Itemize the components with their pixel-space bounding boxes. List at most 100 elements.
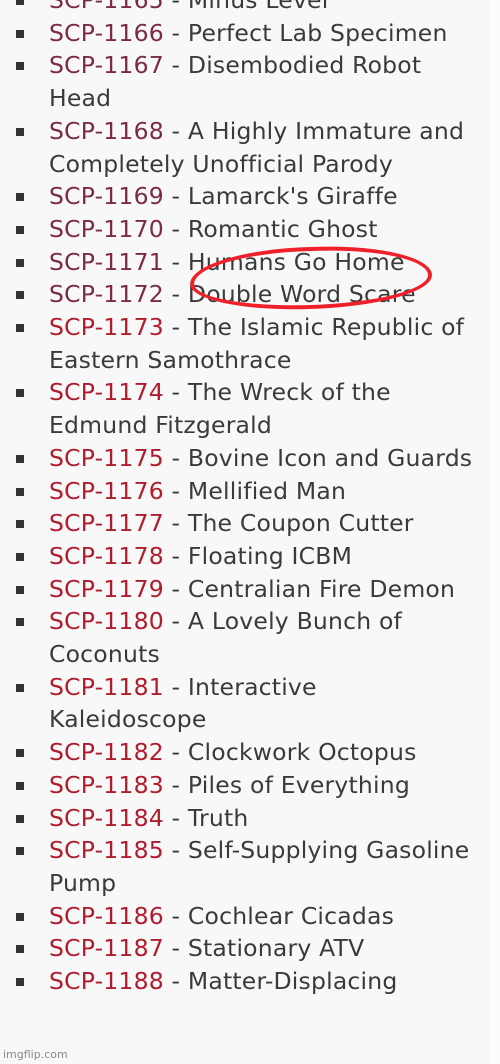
bullet-icon: [16, 62, 24, 71]
bullet-icon: [16, 324, 24, 333]
scp-link[interactable]: SCP-1181: [49, 673, 164, 701]
separator: -: [163, 116, 188, 145]
separator: -: [163, 967, 188, 996]
bullet-icon: [16, 225, 24, 234]
separator: -: [163, 672, 188, 701]
list-item: SCP-1182 - Clockwork Octopus: [16, 736, 479, 769]
scp-link[interactable]: SCP-1186: [49, 902, 164, 930]
list-item: SCP-1166 - Perfect Lab Specimen: [16, 17, 479, 50]
bullet-icon: [16, 127, 24, 136]
scp-title: Minus Level: [187, 0, 329, 14]
list-item: SCP-1176 - Mellified Man: [16, 475, 479, 508]
separator: -: [163, 901, 188, 930]
scp-link[interactable]: SCP-1166: [49, 19, 164, 47]
list-item: SCP-1173 - The Islamic Republic of Easte…: [16, 311, 479, 376]
bullet-icon: [16, 781, 24, 790]
separator: -: [163, 770, 188, 799]
scp-link[interactable]: SCP-1184: [49, 804, 164, 832]
separator: -: [163, 803, 188, 832]
bullet-icon: [16, 618, 24, 627]
list-item: SCP-1178 - Floating ICBM: [16, 540, 479, 573]
bullet-icon: [16, 454, 24, 463]
separator: -: [163, 51, 188, 80]
list-item: SCP-1188 - Matter-Displacing: [16, 965, 479, 998]
scp-link[interactable]: SCP-1182: [49, 738, 164, 766]
scp-link[interactable]: SCP-1175: [49, 444, 164, 472]
bullet-icon: [16, 814, 24, 823]
scp-link[interactable]: SCP-1178: [49, 542, 164, 570]
scp-title: Matter-Displacing: [187, 967, 398, 996]
separator: -: [163, 738, 188, 767]
separator: -: [163, 0, 188, 14]
list-item: SCP-1179 - Centralian Fire Demon: [16, 573, 479, 606]
separator: -: [163, 313, 188, 342]
list-item: SCP-1183 - Piles of Everything: [16, 769, 479, 802]
bullet-icon: [16, 487, 24, 496]
scp-link[interactable]: SCP-1185: [49, 836, 164, 864]
separator: -: [163, 247, 188, 276]
scp-link[interactable]: SCP-1183: [49, 771, 164, 799]
scp-link[interactable]: SCP-1170: [49, 215, 164, 243]
scp-title: Truth: [187, 803, 249, 832]
scp-title: The Coupon Cutter: [187, 509, 414, 538]
separator: -: [163, 378, 188, 407]
bullet-icon: [16, 520, 24, 529]
list-item: SCP-1167 - Disembodied Robot Head: [16, 49, 479, 114]
scp-title: Centralian Fire Demon: [187, 574, 456, 603]
scp-title: Cochlear Cicadas: [187, 901, 395, 930]
scp-link[interactable]: SCP-1177: [49, 509, 164, 537]
separator: -: [163, 182, 188, 211]
bullet-icon: [16, 0, 24, 5]
page-edge: [490, 0, 500, 1064]
list-item: SCP-1171 - Humans Go Home: [16, 246, 479, 279]
scp-title: Mellified Man: [187, 476, 347, 505]
list-item: SCP-1187 - Stationary ATV: [16, 932, 479, 965]
list-item: SCP-1186 - Cochlear Cicadas: [16, 900, 479, 933]
scp-link[interactable]: SCP-1167: [49, 51, 164, 79]
scp-link[interactable]: SCP-1188: [49, 967, 164, 995]
list-item: SCP-1185 - Self-Supplying Gasoline Pump: [16, 834, 479, 899]
bullet-icon: [16, 29, 24, 38]
scp-link[interactable]: SCP-1179: [49, 575, 164, 603]
scp-link[interactable]: SCP-1168: [49, 117, 164, 145]
scp-series-list: SCP-1165 - Minus Level SCP-1166 - Perfect…: [0, 0, 479, 998]
list-item: SCP-1168 - A Highly Immature and Complet…: [16, 115, 479, 180]
scp-title: Stationary ATV: [187, 934, 365, 963]
scp-link[interactable]: SCP-1171: [49, 248, 164, 276]
scp-link[interactable]: SCP-1187: [49, 934, 164, 962]
bullet-icon: [16, 193, 24, 202]
scp-title: Floating ICBM: [187, 541, 353, 570]
bullet-icon: [16, 945, 24, 954]
bullet-icon: [16, 585, 24, 594]
bullet-icon: [16, 389, 24, 398]
scp-title: Clockwork Octopus: [187, 738, 417, 767]
list-item: SCP-1165 - Minus Level: [16, 0, 479, 17]
scp-link[interactable]: SCP-1180: [49, 607, 164, 635]
list-item: SCP-1184 - Truth: [16, 802, 479, 835]
list-item: SCP-1175 - Bovine Icon and Guards: [16, 442, 479, 475]
separator: -: [163, 574, 188, 603]
watermark: imgflip.com: [3, 1048, 68, 1061]
scp-link[interactable]: SCP-1169: [49, 182, 164, 210]
scp-title: Double Word Scare: [187, 280, 416, 309]
scp-link[interactable]: SCP-1173: [49, 313, 164, 341]
bullet-icon: [16, 749, 24, 758]
list-item: SCP-1170 - Romantic Ghost: [16, 213, 479, 246]
bullet-icon: [16, 847, 24, 856]
scp-link[interactable]: SCP-1172: [49, 280, 164, 308]
scp-link[interactable]: SCP-1176: [49, 477, 164, 505]
separator: -: [163, 836, 188, 865]
list-item: SCP-1172 - Double Word Scare: [16, 278, 479, 311]
separator: -: [163, 280, 188, 309]
scp-title: Piles of Everything: [187, 770, 410, 799]
separator: -: [163, 214, 188, 243]
list-item: SCP-1181 - Interactive Kaleidoscope: [16, 671, 479, 736]
separator: -: [163, 509, 188, 538]
scp-link[interactable]: SCP-1174: [49, 378, 164, 406]
scp-link[interactable]: SCP-1165: [49, 0, 164, 14]
list-item: SCP-1180 - A Lovely Bunch of Coconuts: [16, 605, 479, 670]
highlighted-title: Humans Go Home: [187, 247, 405, 276]
list-item: SCP-1174 - The Wreck of the Edmund Fitzg…: [16, 376, 479, 441]
separator: -: [163, 607, 188, 636]
separator: -: [163, 541, 188, 570]
